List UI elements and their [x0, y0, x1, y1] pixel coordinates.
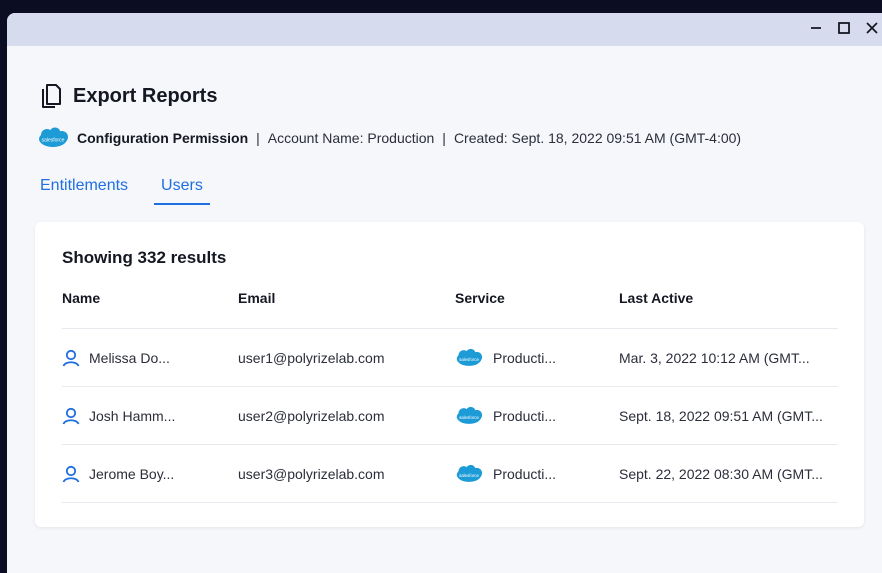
user-email: user3@polyrizelab.com	[238, 444, 455, 503]
window-titlebar	[7, 13, 882, 46]
permission-name: Configuration Permission	[77, 130, 249, 146]
user-icon	[62, 465, 80, 482]
salesforce-icon: salesforce	[456, 464, 483, 482]
page-title: Export Reports	[73, 84, 218, 107]
user-name: Josh Hamm...	[89, 407, 176, 424]
last-active: Mar. 3, 2022 10:12 AM (GMT...	[619, 328, 838, 387]
svg-text:salesforce: salesforce	[42, 138, 65, 144]
svg-text:salesforce: salesforce	[459, 473, 479, 478]
close-icon[interactable]	[863, 19, 881, 37]
maximize-icon[interactable]	[835, 19, 853, 37]
tab-users[interactable]: Users	[154, 177, 210, 205]
service-name: Producti...	[493, 465, 557, 482]
user-icon	[62, 349, 80, 366]
results-card: Showing 332 results Name Email Service L…	[35, 222, 864, 527]
user-email: user1@polyrizelab.com	[238, 328, 455, 387]
user-name: Melissa Do...	[89, 349, 170, 366]
salesforce-icon: salesforce	[456, 348, 483, 366]
user-email: user2@polyrizelab.com	[238, 386, 455, 445]
meta-separator: |	[442, 130, 446, 146]
last-active: Sept. 22, 2022 08:30 AM (GMT...	[619, 444, 838, 503]
results-count: Showing 332 results	[62, 248, 227, 267]
column-header-service[interactable]: Service	[455, 290, 619, 329]
column-header-last-active[interactable]: Last Active	[619, 290, 838, 329]
column-header-name[interactable]: Name	[62, 290, 238, 329]
salesforce-logo: salesforce	[39, 127, 68, 147]
service-name: Producti...	[493, 407, 557, 424]
column-header-email[interactable]: Email	[238, 290, 455, 329]
page-header: Export Reports	[40, 83, 217, 109]
report-meta: salesforce Configuration Permission | Ac…	[37, 127, 741, 149]
account-name: Account Name: Production	[267, 130, 435, 146]
salesforce-icon: salesforce	[456, 406, 483, 424]
table-header-row: Name Email Service Last Active	[62, 290, 838, 329]
window-controls	[807, 19, 881, 37]
table-row[interactable]: Josh Hamm... user2@polyrizelab.com sales…	[62, 386, 838, 445]
user-icon	[62, 407, 80, 424]
users-table: Name Email Service Last Active Melissa D…	[62, 290, 838, 503]
svg-text:salesforce: salesforce	[459, 415, 479, 420]
tab-entitlements[interactable]: Entitlements	[40, 177, 135, 205]
minimize-icon[interactable]	[807, 19, 825, 37]
last-active: Sept. 18, 2022 09:51 AM (GMT...	[619, 386, 838, 445]
table-row[interactable]: Jerome Boy... user3@polyrizelab.com sale…	[62, 444, 838, 503]
export-reports-window: Export Reports salesforce Configuration …	[7, 13, 882, 573]
user-name: Jerome Boy...	[89, 465, 175, 482]
document-copy-icon	[42, 84, 61, 108]
meta-separator: |	[256, 130, 260, 146]
svg-text:salesforce: salesforce	[459, 357, 479, 362]
report-tabs: Entitlements Users	[40, 177, 229, 205]
created-date: Created: Sept. 18, 2022 09:51 AM (GMT-4:…	[453, 130, 742, 146]
service-name: Producti...	[493, 349, 557, 366]
table-row[interactable]: Melissa Do... user1@polyrizelab.com sale…	[62, 328, 838, 387]
